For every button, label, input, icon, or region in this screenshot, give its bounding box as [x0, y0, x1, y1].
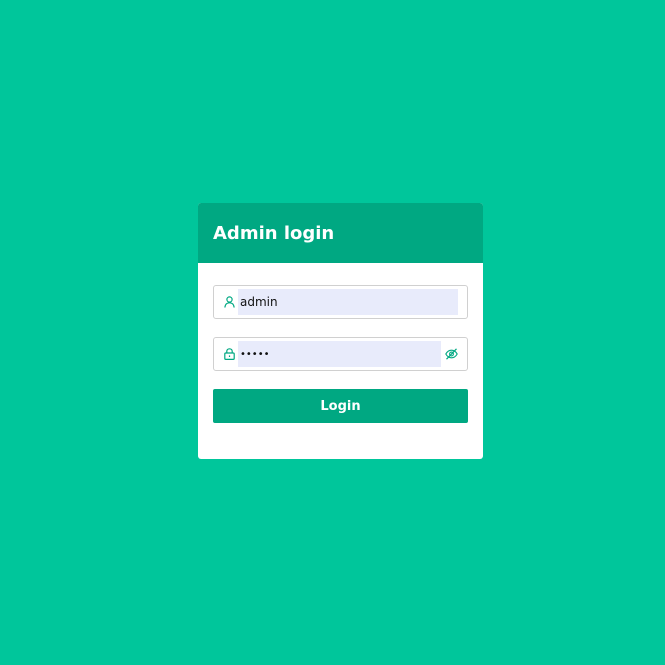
eye-off-icon[interactable] [444, 347, 458, 361]
user-icon [223, 296, 235, 308]
login-form: Login [198, 263, 483, 423]
password-field-wrapper [213, 337, 468, 371]
login-card-header: Admin login [198, 203, 483, 263]
login-button[interactable]: Login [213, 389, 468, 423]
login-card: Admin login admin ••••• Login [198, 203, 483, 459]
lock-icon [223, 348, 235, 360]
password-input[interactable] [238, 341, 441, 367]
page-title: Admin login [213, 222, 335, 244]
username-field-wrapper [213, 285, 468, 319]
username-input[interactable] [238, 289, 458, 315]
